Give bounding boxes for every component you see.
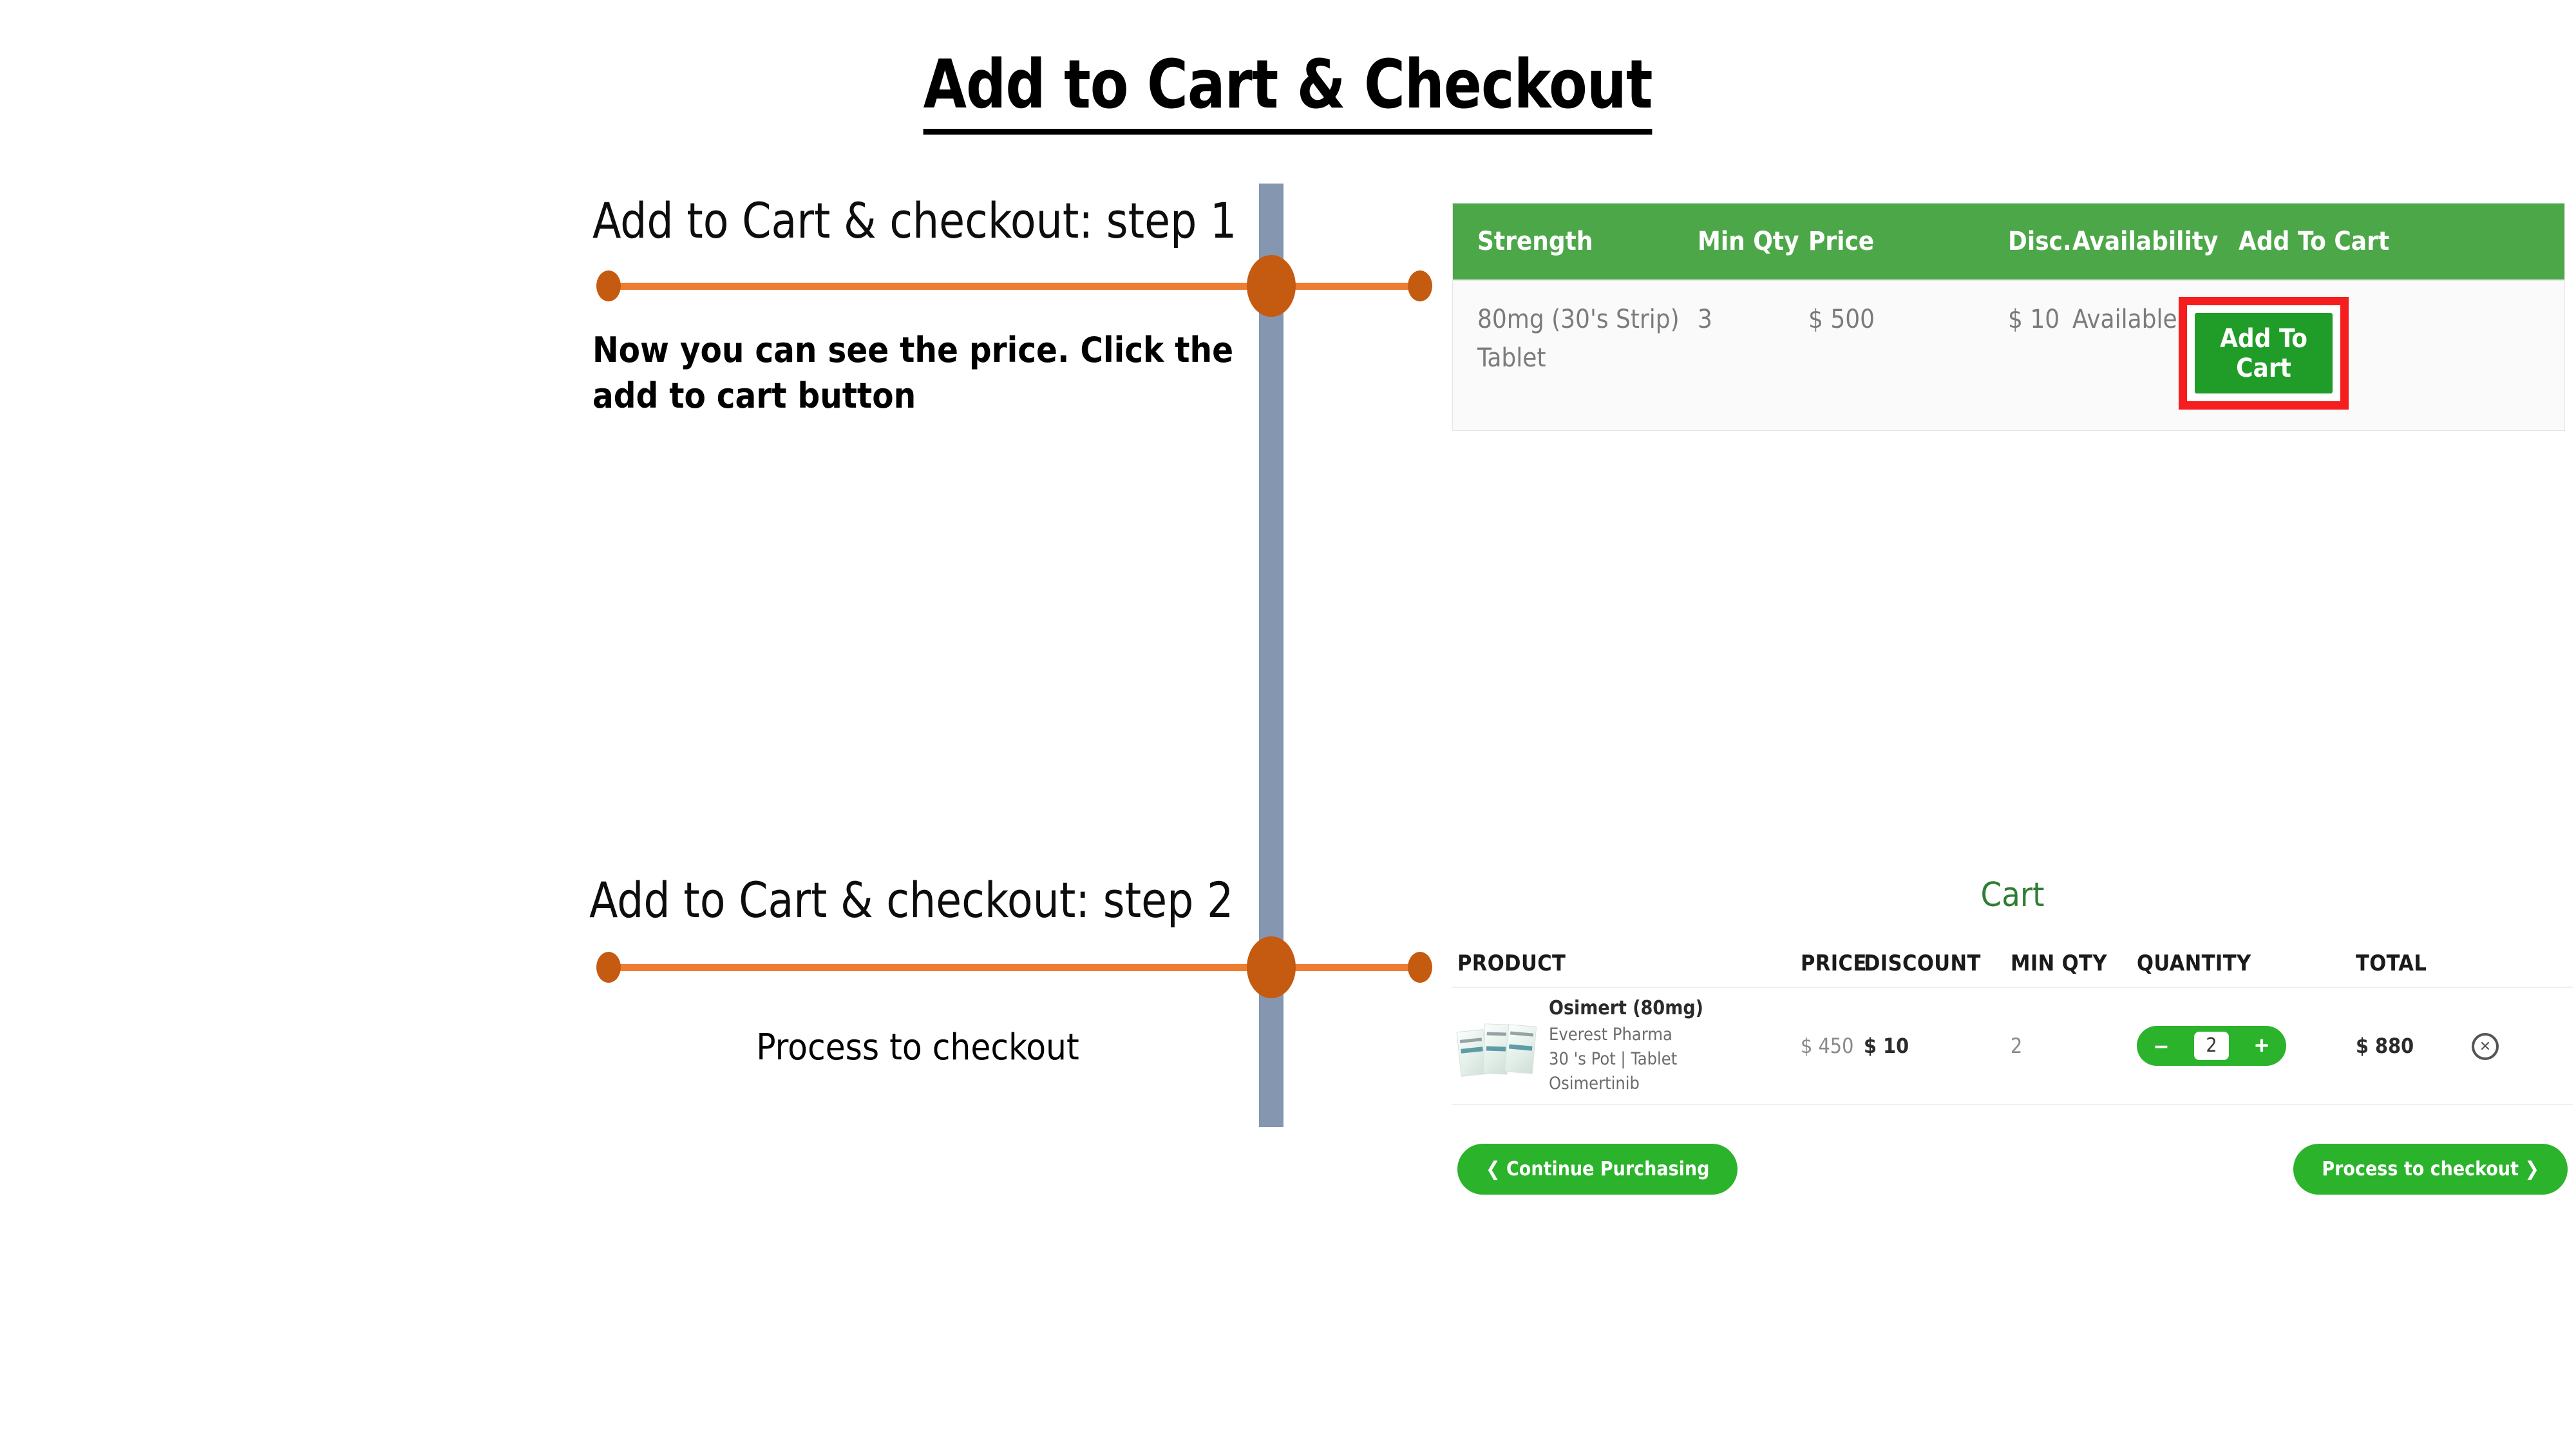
cart-item-discount: $ 10 xyxy=(1864,1034,1909,1058)
cart-item-quantity-cell: – 2 + xyxy=(2137,1026,2356,1066)
cart-footer: ❮ Continue Purchasing Process to checkou… xyxy=(1452,1144,2573,1195)
cart-column-discount: DISCOUNT xyxy=(1864,951,1981,976)
cart-header-row: PRODUCT PRICE DISCOUNT MIN QTY QUANTITY … xyxy=(1452,940,2573,987)
product-thumbnail-medicine-boxes xyxy=(1456,1015,1537,1077)
cart-column-total: TOTAL xyxy=(2356,951,2427,976)
remove-item-icon[interactable]: ✕ xyxy=(2472,1033,2499,1060)
column-header-add-to-cart: Add To Cart xyxy=(2239,227,2390,256)
timeline-1-dot-center xyxy=(1247,255,1296,317)
cell-add-to-cart: Add To Cart xyxy=(2179,281,2522,430)
column-header-price: Price xyxy=(1808,227,1875,256)
page-title-text: Add to Cart & Checkout xyxy=(923,45,1653,135)
quantity-input[interactable]: 2 xyxy=(2194,1032,2229,1060)
cell-min-qty: 3 xyxy=(1698,305,1712,334)
product-details: Osimert (80mg) Everest Pharma 30 's Pot … xyxy=(1549,995,1703,1097)
cart-product-cell: Osimert (80mg) Everest Pharma 30 's Pot … xyxy=(1456,995,1801,1097)
cart-item-total: $ 880 xyxy=(2356,1034,2414,1058)
timeline-2-dot-right xyxy=(1408,952,1432,983)
column-header-strength: Strength xyxy=(1477,227,1593,256)
timeline-1-dot-right xyxy=(1408,270,1432,301)
cart-column-product: PRODUCT xyxy=(1457,951,1566,976)
slide-canvas: Add to Cart & Checkout Add to Cart & che… xyxy=(0,0,2576,1449)
cart-column-min-qty: MIN QTY xyxy=(2011,951,2107,976)
timeline-1-dot-left xyxy=(596,270,621,301)
cart-panel: Cart PRODUCT PRICE DISCOUNT MIN QTY QUAN… xyxy=(1452,863,2573,1195)
cart-column-price: PRICE xyxy=(1801,951,1867,976)
cart-column-quantity: QUANTITY xyxy=(2137,951,2251,976)
quantity-increment-button[interactable]: + xyxy=(2246,1033,2277,1059)
quantity-stepper[interactable]: – 2 + xyxy=(2137,1026,2286,1066)
step-1-heading: Add to Cart & checkout: step 1 xyxy=(592,192,1237,249)
cart-line-item: Osimert (80mg) Everest Pharma 30 's Pot … xyxy=(1452,987,2573,1105)
quantity-decrement-button[interactable]: – xyxy=(2146,1033,2177,1059)
cart-title: Cart xyxy=(1980,876,2045,914)
cell-price: $ 500 xyxy=(1808,305,1875,334)
process-to-checkout-button[interactable]: Process to checkout ❯ xyxy=(2293,1144,2568,1195)
step-1-description: Now you can see the price. Click the add… xyxy=(592,330,1234,417)
cart-item-remove-cell: ✕ xyxy=(2472,1032,2549,1060)
product-pack: 30 's Pot | Tablet xyxy=(1549,1049,1678,1070)
product-manufacturer: Everest Pharma xyxy=(1549,1024,1672,1045)
cell-strength: 80mg (30's Strip) Tablet xyxy=(1477,305,1680,373)
timeline-2-dot-left xyxy=(596,952,621,983)
table-row: 80mg (30's Strip) Tablet 3 $ 500 $ 10 Av… xyxy=(1453,279,2564,430)
column-header-disc: Disc. xyxy=(2008,227,2072,256)
timeline-2-dot-center xyxy=(1247,936,1296,998)
column-header-min-qty: Min Qty xyxy=(1698,227,1799,256)
cart-item-price: $ 450 xyxy=(1801,1034,1854,1058)
page-title: Add to Cart & Checkout xyxy=(0,45,2576,135)
continue-purchasing-button[interactable]: ❮ Continue Purchasing xyxy=(1457,1144,1738,1195)
add-to-cart-button[interactable]: Add To Cart xyxy=(2195,313,2333,393)
timeline-1-connector xyxy=(609,283,1423,290)
product-name: Osimert (80mg) xyxy=(1549,997,1703,1020)
product-molecule: Osimertinib xyxy=(1549,1074,1640,1094)
product-strength-table: Strength Min Qty Price Disc. Availabilit… xyxy=(1452,203,2565,431)
timeline-2-connector xyxy=(609,964,1423,971)
column-header-availability: Availability xyxy=(2072,227,2219,256)
cell-disc: $ 10 xyxy=(2008,305,2060,334)
product-table-header-row: Strength Min Qty Price Disc. Availabilit… xyxy=(1453,204,2564,279)
step-2-description: Process to checkout xyxy=(756,1027,1079,1068)
cart-item-min-qty: 2 xyxy=(2011,1034,2023,1058)
step-2-heading: Add to Cart & checkout: step 2 xyxy=(589,871,1234,929)
